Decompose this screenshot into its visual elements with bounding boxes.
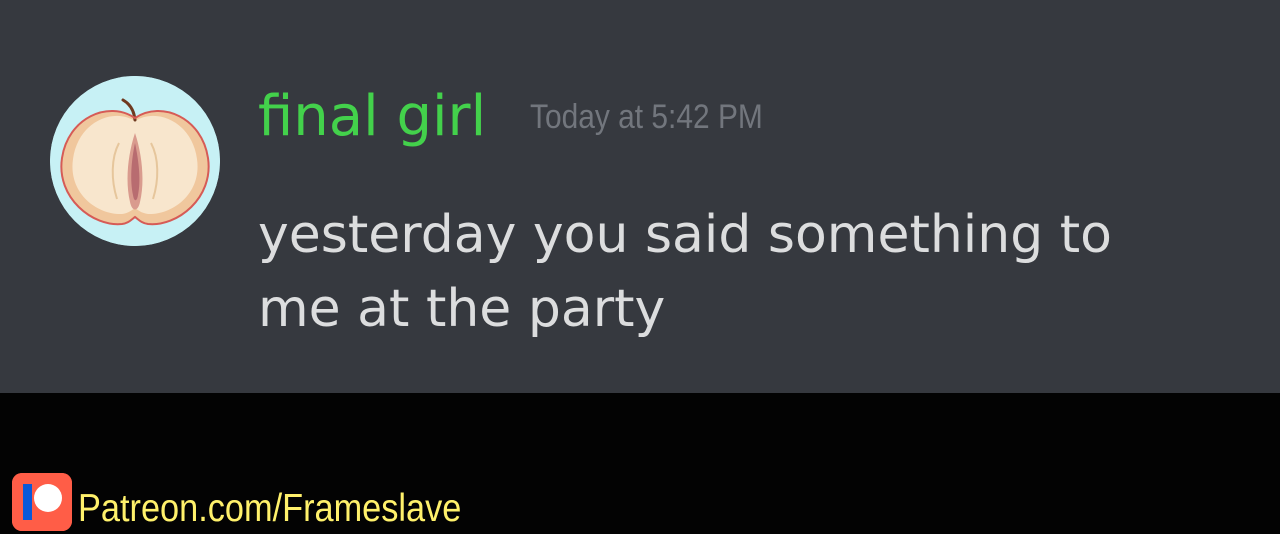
chat-message-panel: final girl Today at 5:42 PM yesterday yo… — [0, 0, 1280, 393]
user-avatar[interactable] — [50, 76, 220, 246]
patreon-logo-icon — [12, 473, 72, 531]
message-timestamp: Today at 5:42 PM — [530, 98, 763, 136]
patreon-mark-icon — [12, 473, 72, 531]
video-frame: final girl Today at 5:42 PM yesterday yo… — [0, 0, 1280, 534]
patreon-watermark-link[interactable]: Patreon.com/Frameslave — [78, 486, 461, 532]
message-text: yesterday you said something to me at th… — [258, 205, 1112, 339]
apple-avatar-icon — [50, 76, 220, 246]
username[interactable]: final girl — [258, 82, 486, 152]
